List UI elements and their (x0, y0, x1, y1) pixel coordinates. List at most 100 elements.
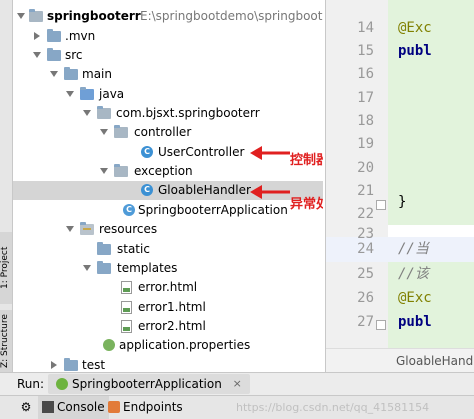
package-icon (97, 106, 111, 119)
fold-marker-icon[interactable] (376, 200, 386, 210)
structure-side-tab[interactable]: Z: Structure (0, 310, 12, 372)
tree-item-label: static (117, 242, 150, 256)
code-line: } (398, 194, 407, 210)
line-number: 26 (357, 290, 374, 306)
tree-item-label: GloableHandler (158, 183, 251, 197)
tree-item-main[interactable]: main (13, 65, 323, 84)
tree-item-label: exception (134, 164, 193, 178)
line-number: 27 (357, 314, 374, 330)
class-icon: C (141, 184, 153, 196)
tree-item-src[interactable]: src (13, 46, 323, 65)
run-toolbar: Run: SpringbooterrApplication × (0, 372, 474, 395)
tree-item-label: controller (134, 125, 192, 139)
console-tab[interactable]: Console (38, 396, 109, 419)
chevron-down-icon[interactable] (100, 129, 108, 135)
tree-item-label: resources (99, 222, 158, 236)
project-side-tab[interactable]: 1: Project (0, 232, 12, 304)
handler-annotation: 异常处理器 (290, 197, 323, 212)
run-label: Run: (17, 377, 45, 391)
chevron-down-icon[interactable] (66, 91, 74, 97)
chevron-down-icon[interactable] (83, 265, 91, 271)
project-side-tab-label: 1: Project (0, 246, 10, 290)
code-line: //当 (398, 241, 429, 257)
tree-item-error1-html[interactable]: error1.html (13, 298, 323, 317)
tree-item-label: templates (117, 261, 178, 275)
code-line: publ (398, 314, 432, 330)
tree-item-mvn[interactable]: .mvn (13, 27, 323, 46)
module-folder-icon (29, 9, 43, 22)
line-number: 17 (357, 90, 374, 106)
folder-icon (47, 29, 61, 42)
tree-item-exception[interactable]: exception (13, 162, 323, 181)
line-number: 19 (357, 136, 374, 152)
html-file-icon (121, 281, 132, 294)
line-number: 16 (357, 66, 374, 82)
tree-item-label: java (99, 87, 125, 101)
tree-item-label: com.bjsxt.springbooterr (116, 106, 260, 120)
line-number: 14 (357, 20, 374, 36)
project-tree[interactable]: springbooterr E:\springbootdemo\springbo… (13, 0, 323, 372)
tree-item-label: application.properties (119, 338, 251, 352)
chevron-down-icon[interactable] (50, 71, 58, 77)
tree-item-label: main (82, 67, 112, 81)
root-path: E:\springbootdemo\springbooterr (140, 9, 323, 23)
tree-item-package[interactable]: com.bjsxt.springbooterr (13, 104, 323, 123)
code-editor[interactable]: 14 15 16 17 18 19 20 21 22 23 24 25 26 2… (325, 0, 474, 372)
chevron-down-icon[interactable] (17, 13, 25, 19)
folder-icon (97, 261, 111, 274)
tree-item-resources[interactable]: resources (13, 220, 323, 239)
tree-item-application[interactable]: C SpringbooterrApplication (13, 201, 323, 220)
chevron-right-icon[interactable] (51, 361, 57, 369)
folder-icon (97, 242, 111, 255)
tree-item-error2-html[interactable]: error2.html (13, 317, 323, 336)
tree-item-label: UserController (158, 145, 245, 159)
tree-item-test[interactable]: test (13, 356, 323, 372)
run-config-tab[interactable]: SpringbooterrApplication × (48, 374, 250, 394)
tree-item-application-properties[interactable]: application.properties (13, 336, 323, 355)
spring-class-icon: C (123, 204, 135, 216)
line-number: 18 (357, 113, 374, 129)
tree-item-static[interactable]: static (13, 240, 323, 259)
resources-folder-icon (80, 222, 94, 235)
endpoints-tab[interactable]: Endpoints (104, 396, 187, 419)
chevron-down-icon[interactable] (100, 168, 108, 174)
red-arrow-icon (250, 146, 290, 160)
folder-icon (47, 48, 61, 61)
code-line: @Exc (398, 20, 432, 36)
close-icon[interactable]: × (233, 374, 242, 394)
folder-icon (64, 67, 78, 80)
tree-root[interactable]: springbooterr E:\springbootdemo\springbo… (13, 7, 323, 26)
line-number: 21 (357, 183, 374, 199)
chevron-right-icon[interactable] (34, 32, 40, 40)
chevron-down-icon[interactable] (83, 110, 91, 116)
tree-item-java[interactable]: java (13, 85, 323, 104)
line-number: 24 (357, 241, 374, 257)
editor-breadcrumb[interactable]: GloableHandle (326, 348, 474, 372)
code-line: //该 (398, 266, 429, 282)
controller-annotation: 控制器 (290, 153, 323, 168)
tree-item-label: error2.html (138, 319, 206, 333)
package-icon (114, 125, 128, 138)
spring-boot-icon (56, 378, 68, 390)
tree-item-templates[interactable]: templates (13, 259, 323, 278)
settings-icon[interactable]: ⚙ (16, 396, 36, 419)
chevron-down-icon[interactable] (66, 226, 74, 232)
editor-breadcrumb-label: GloableHandle (396, 354, 474, 368)
red-arrow-icon (250, 185, 290, 199)
fold-marker-icon[interactable] (376, 320, 386, 330)
root-name: springbooterr (47, 9, 141, 23)
tree-item-controller[interactable]: controller (13, 123, 323, 142)
bottom-tool-bar: ⚙ Console Endpoints https://blog.csdn.ne… (0, 395, 474, 419)
tree-item-label: SpringbooterrApplication (138, 203, 288, 217)
tree-item-label: .mvn (65, 29, 96, 43)
properties-file-icon (103, 339, 115, 351)
class-icon: C (141, 146, 153, 158)
chevron-down-icon[interactable] (33, 52, 41, 58)
package-icon (114, 164, 128, 177)
tree-item-error-html[interactable]: error.html (13, 278, 323, 297)
source-folder-icon (80, 87, 94, 100)
tree-item-label: error1.html (138, 300, 206, 314)
code-line: @Exc (398, 290, 432, 306)
endpoints-icon (108, 401, 120, 413)
structure-side-tab-label: Z: Structure (0, 314, 10, 368)
